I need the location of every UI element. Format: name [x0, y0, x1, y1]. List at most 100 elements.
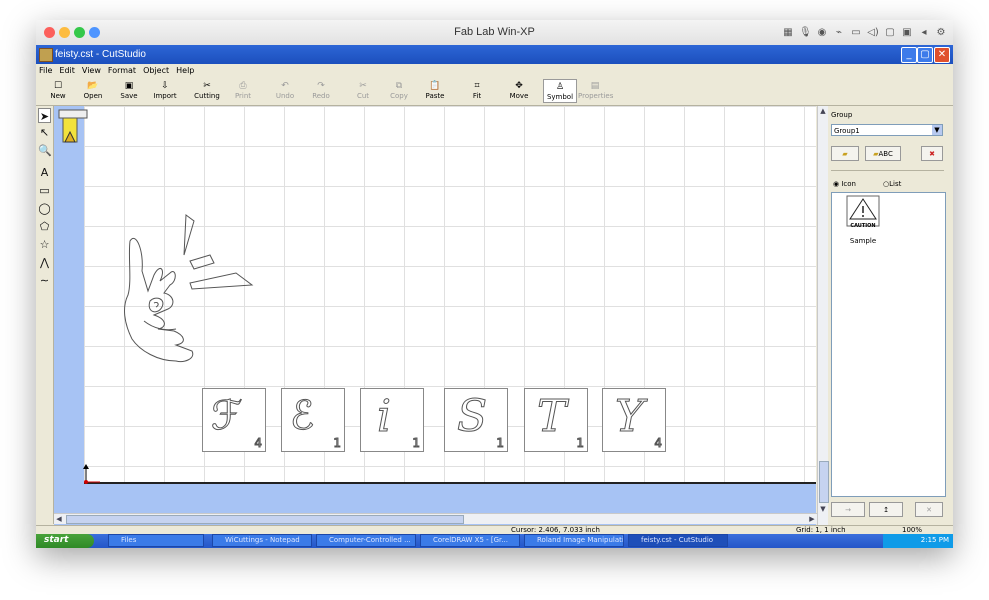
- horizontal-scroll-thumb[interactable]: [66, 515, 464, 524]
- window-icon[interactable]: ▣: [901, 26, 913, 39]
- symbol-item-sample[interactable]: CAUTION Sample: [844, 195, 882, 247]
- print-button[interactable]: ⎙ Print: [226, 79, 260, 103]
- abc-button[interactable]: ▰ABC: [865, 146, 901, 161]
- maximize-button[interactable]: ▢: [917, 47, 933, 63]
- close-button[interactable]: ✕: [934, 47, 950, 63]
- task-label: WiCuttings - Notepad: [225, 536, 300, 544]
- text-tool-icon[interactable]: A: [38, 165, 51, 180]
- menu-view[interactable]: View: [82, 64, 101, 77]
- radio-list-view[interactable]: ○List: [883, 180, 901, 188]
- arrow-left-icon[interactable]: ◂: [918, 26, 930, 39]
- minimize-button[interactable]: _: [901, 47, 917, 63]
- delete-symbol-button[interactable]: ✕: [915, 502, 943, 517]
- canvas-horizontal-scrollbar[interactable]: ◀ ▶: [54, 513, 817, 524]
- system-tray[interactable]: 2:15 PM: [883, 534, 953, 548]
- drawing-canvas[interactable]: ℱ 4 ℰ 1 i 1 S 1 T 1 Y 4: [54, 106, 816, 526]
- properties-label: Properties: [578, 92, 614, 100]
- letter-tile-f[interactable]: ℱ 4: [202, 388, 266, 452]
- disk-icon[interactable]: ▭: [850, 26, 862, 39]
- display-icon[interactable]: ▢: [884, 26, 896, 39]
- caution-caption: CAUTION: [850, 223, 876, 229]
- undo-button[interactable]: ↶ Undo: [268, 79, 302, 103]
- task-roland[interactable]: Roland Image Manipulati...: [524, 534, 624, 547]
- import-button[interactable]: ⇩ Import: [148, 79, 182, 103]
- select-tool-icon[interactable]: ➤: [38, 108, 51, 123]
- menu-object[interactable]: Object: [143, 64, 169, 77]
- floppy-icon: ▣: [124, 81, 134, 91]
- letter-tile-i[interactable]: i 1: [360, 388, 424, 452]
- paste-button[interactable]: 📋 Paste: [418, 79, 452, 103]
- move-button[interactable]: ✥ Move: [502, 79, 536, 103]
- vertical-scroll-thumb[interactable]: [819, 461, 829, 503]
- mac-window: Fab Lab Win-XP ▦ 🎙 ◉ ⌁ ▭ ◁) ▢ ▣ ◂ ⚙ feis…: [36, 20, 953, 548]
- menu-edit[interactable]: Edit: [59, 64, 75, 77]
- open-button[interactable]: 📂 Open: [76, 79, 110, 103]
- microphone-icon[interactable]: 🎙: [799, 26, 812, 39]
- node-edit-tool-icon[interactable]: ↖: [38, 125, 51, 140]
- letter-glyph: Y: [614, 391, 645, 443]
- radio-icon-view[interactable]: ◉ Icon: [833, 180, 856, 188]
- menu-help[interactable]: Help: [176, 64, 194, 77]
- curve-tool-icon[interactable]: ∼: [38, 273, 51, 288]
- symbol-icon-list[interactable]: CAUTION Sample: [831, 192, 946, 497]
- gear-icon[interactable]: ⚙: [935, 26, 947, 39]
- fit-button[interactable]: ⌗ Fit: [460, 79, 494, 103]
- scroll-right-icon[interactable]: ▶: [807, 514, 817, 524]
- insert-symbol-button[interactable]: →: [831, 502, 865, 517]
- scroll-down-icon[interactable]: ▼: [818, 504, 828, 514]
- new-button[interactable]: ☐ New: [41, 79, 75, 103]
- save-button[interactable]: ▣ Save: [112, 79, 146, 103]
- symbol-panel: Group Group1 ▼ ▰ ▰ABC ✖ ◉ Icon ○List CAU…: [829, 106, 949, 524]
- copy-button[interactable]: ⧉ Copy: [382, 79, 416, 103]
- rectangle-tool-icon[interactable]: ▭: [38, 183, 51, 198]
- close-icon: ✕: [926, 506, 932, 514]
- delete-group-button[interactable]: ✖: [921, 146, 943, 161]
- cutting-button[interactable]: ✂ Cutting: [190, 79, 224, 103]
- menu-file[interactable]: File: [39, 64, 52, 77]
- printer-icon: ⎙: [239, 81, 247, 91]
- open-label: Open: [83, 92, 103, 100]
- task-notepad[interactable]: WiCuttings - Notepad: [212, 534, 312, 547]
- task-coreldraw[interactable]: CorelDRAW X5 - [Gr...: [420, 534, 520, 547]
- ellipse-tool-icon[interactable]: ◯: [38, 201, 51, 216]
- scroll-left-icon[interactable]: ◀: [54, 514, 64, 524]
- task-cutstudio[interactable]: feisty.cst - CutStudio: [628, 534, 728, 547]
- task-files[interactable]: Files: [108, 534, 204, 547]
- move-label: Move: [509, 92, 529, 100]
- cutting-label: Cutting: [194, 92, 220, 100]
- polygon-tool-icon[interactable]: ⬠: [38, 219, 51, 234]
- redo-button[interactable]: ↷ Redo: [304, 79, 338, 103]
- open-group-button[interactable]: ▰: [831, 146, 859, 161]
- letter-tile-t[interactable]: T 1: [524, 388, 588, 452]
- zoom-tool-icon[interactable]: 🔍: [38, 143, 52, 158]
- chevron-down-icon[interactable]: ▼: [932, 125, 942, 135]
- symbol-label: Symbol: [546, 93, 574, 101]
- polyline-tool-icon[interactable]: ⋀: [38, 255, 51, 270]
- scroll-up-icon[interactable]: ▲: [818, 106, 828, 116]
- task-browser[interactable]: Computer-Controlled ...: [316, 534, 416, 547]
- register-symbol-button[interactable]: ↥: [869, 502, 903, 517]
- speaker-icon[interactable]: ◁): [867, 26, 879, 39]
- mac-titlebar: Fab Lab Win-XP ▦ 🎙 ◉ ⌁ ▭ ◁) ▢ ▣ ◂ ⚙: [36, 20, 953, 46]
- task-label: CorelDRAW X5 - [Gr...: [433, 536, 508, 544]
- canvas-vertical-scrollbar[interactable]: ▲ ▼: [817, 106, 829, 526]
- task-label: Computer-Controlled ...: [329, 536, 411, 544]
- keyboard-icon[interactable]: ▦: [782, 26, 794, 39]
- record-icon[interactable]: ◉: [816, 26, 828, 39]
- symbol-button[interactable]: ♙ Symbol: [543, 79, 577, 103]
- menu-format[interactable]: Format: [108, 64, 136, 77]
- letter-count: 1: [412, 436, 421, 451]
- letter-tile-s[interactable]: S 1: [444, 388, 508, 452]
- start-button[interactable]: start: [36, 534, 94, 548]
- usb-icon[interactable]: ⌁: [833, 26, 845, 39]
- properties-button[interactable]: ▤ Properties: [578, 79, 614, 103]
- copy-label: Copy: [390, 92, 408, 100]
- cut-button[interactable]: ✂ Cut: [346, 79, 380, 103]
- media-baseline: [84, 482, 816, 484]
- star-tool-icon[interactable]: ☆: [38, 237, 51, 252]
- group-select[interactable]: Group1 ▼: [831, 124, 943, 136]
- letter-tile-y[interactable]: Y 4: [602, 388, 666, 452]
- save-label: Save: [120, 92, 138, 100]
- folder-icon: 📂: [87, 81, 99, 91]
- letter-tile-e[interactable]: ℰ 1: [281, 388, 345, 452]
